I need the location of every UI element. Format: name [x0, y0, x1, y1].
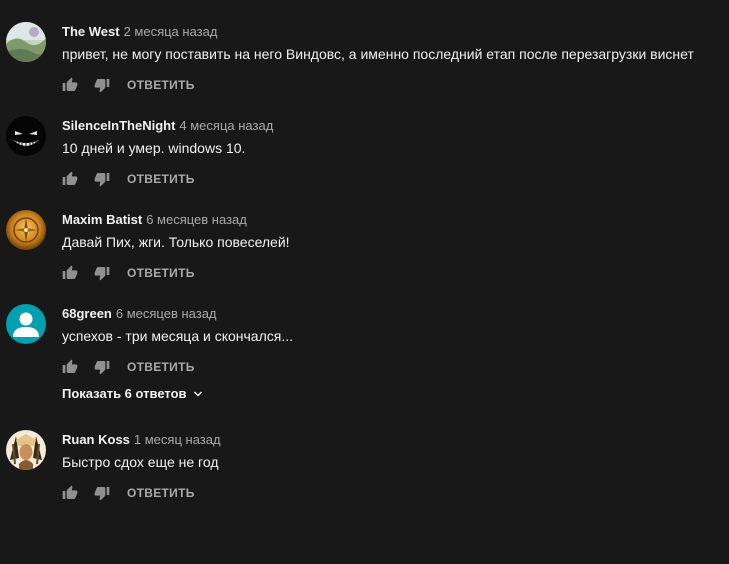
thumbs-down-icon[interactable] — [94, 359, 110, 375]
thumbs-up-icon[interactable] — [62, 359, 78, 375]
show-replies-label: Показать 6 ответов — [62, 386, 187, 401]
thumbs-up-icon[interactable] — [62, 485, 78, 501]
comment-actions: ОТВЕТИТЬ — [62, 483, 195, 503]
thumbs-down-icon[interactable] — [94, 265, 110, 281]
thumbs-up-icon[interactable] — [62, 171, 78, 187]
comment-actions: ОТВЕТИТЬ — [62, 75, 195, 95]
comment-header: Ruan Koss 1 месяц назад — [62, 432, 221, 448]
author-name[interactable]: SilenceInTheNight — [62, 118, 175, 133]
thumbs-down-icon[interactable] — [94, 171, 110, 187]
author-name[interactable]: Ruan Koss — [62, 432, 130, 447]
comment-header: The West 2 месяца назад — [62, 24, 217, 40]
comment-text: Давай Пих, жги. Только повеселей! — [62, 234, 290, 250]
comment-time[interactable]: 1 месяц назад — [134, 432, 221, 447]
landscape-photo-icon — [6, 22, 46, 62]
comment-time[interactable]: 4 месяца назад — [179, 118, 273, 133]
comment-actions: ОТВЕТИТЬ — [62, 263, 195, 283]
author-name[interactable]: The West — [62, 24, 120, 39]
reply-button[interactable]: ОТВЕТИТЬ — [127, 360, 195, 374]
avatar[interactable] — [6, 430, 46, 470]
comment-text: привет, не могу поставить на него Виндов… — [62, 46, 694, 62]
show-replies-button[interactable]: Показать 6 ответов — [62, 386, 204, 401]
comment-header: Maxim Batist 6 месяцев назад — [62, 212, 247, 228]
comment-actions: ОТВЕТИТЬ — [62, 169, 195, 189]
comment-time[interactable]: 6 месяцев назад — [116, 306, 217, 321]
author-name[interactable]: 68green — [62, 306, 112, 321]
comment-text: Быстро сдох еще не год — [62, 454, 219, 470]
reply-button[interactable]: ОТВЕТИТЬ — [127, 266, 195, 280]
avatar[interactable] — [6, 22, 46, 62]
comment-text: успехов - три месяца и скончался... — [62, 328, 294, 344]
default-user-silhouette-icon — [6, 304, 46, 344]
comment-time[interactable]: 6 месяцев назад — [146, 212, 247, 227]
thumbs-up-icon[interactable] — [62, 265, 78, 281]
thumbs-down-icon[interactable] — [94, 485, 110, 501]
avatar[interactable] — [6, 116, 46, 156]
avatar[interactable] — [6, 210, 46, 250]
reply-button[interactable]: ОТВЕТИТЬ — [127, 78, 195, 92]
comment-time[interactable]: 2 месяца назад — [124, 24, 218, 39]
comment-text: 10 дней и умер. windows 10. — [62, 140, 246, 156]
reply-button[interactable]: ОТВЕТИТЬ — [127, 486, 195, 500]
golden-compass-icon — [6, 210, 46, 250]
comment-header: SilenceInTheNight 4 месяца назад — [62, 118, 273, 134]
thumbs-up-icon[interactable] — [62, 77, 78, 93]
reply-button[interactable]: ОТВЕТИТЬ — [127, 172, 195, 186]
comment-actions: ОТВЕТИТЬ — [62, 357, 195, 377]
chevron-down-icon — [192, 388, 204, 400]
native-headdress-portrait-icon — [6, 430, 46, 470]
thumbs-down-icon[interactable] — [94, 77, 110, 93]
grinning-face-dark-icon — [6, 116, 46, 156]
comment-header: 68green 6 месяцев назад — [62, 306, 217, 322]
author-name[interactable]: Maxim Batist — [62, 212, 142, 227]
avatar[interactable] — [6, 304, 46, 344]
